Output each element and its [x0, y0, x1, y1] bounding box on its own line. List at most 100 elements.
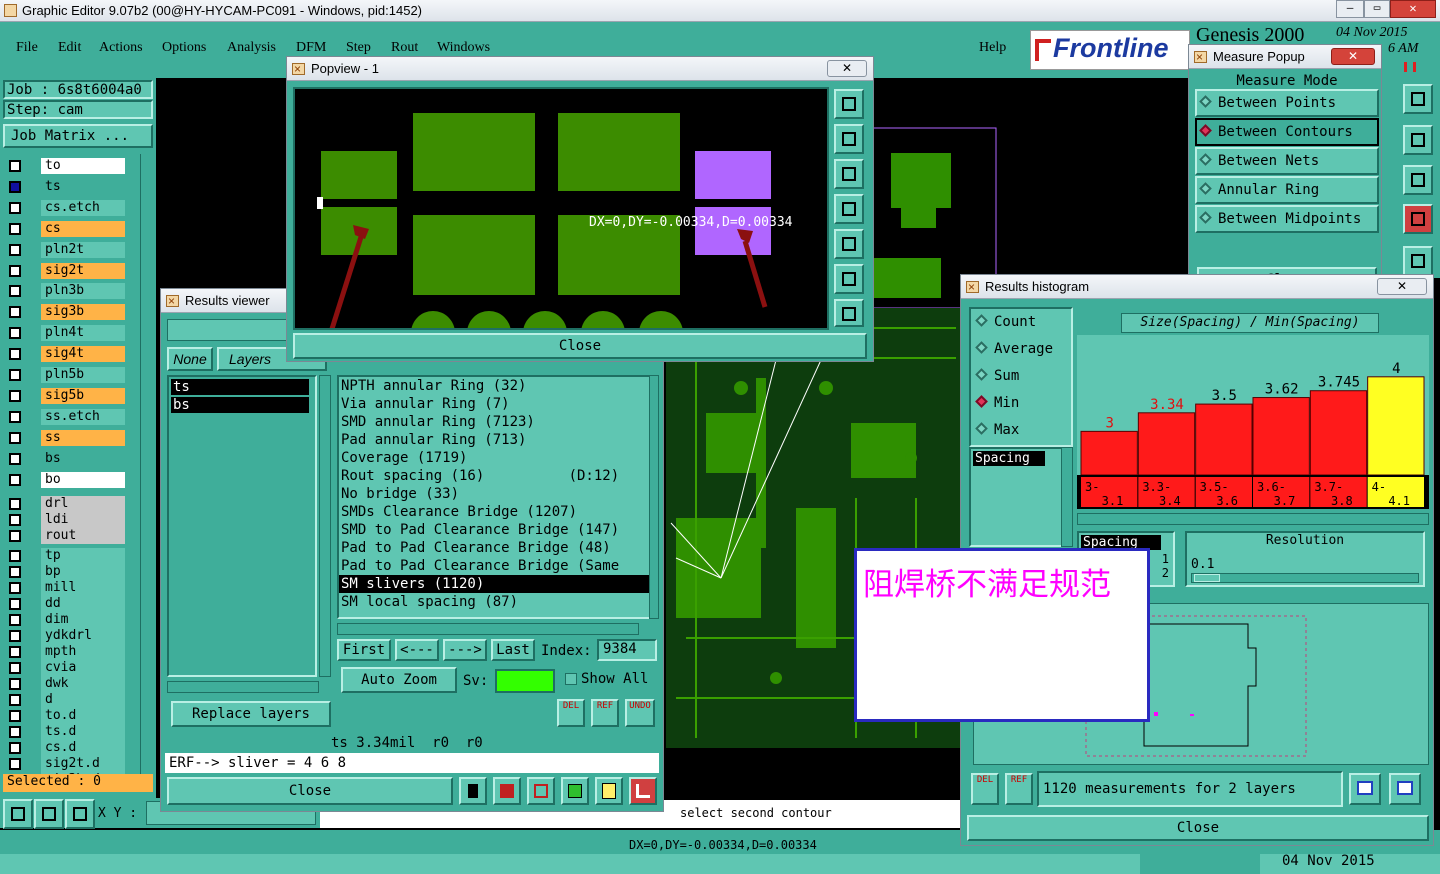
menu-dfm[interactable]: DFM: [296, 40, 326, 56]
layer-checkbox[interactable]: [9, 160, 21, 172]
layer-row[interactable]: pln5b: [5, 367, 125, 383]
layer-row[interactable]: mill: [5, 580, 125, 597]
popview-fit-icon[interactable]: [834, 89, 864, 119]
results-category-list[interactable]: NPTH annular Ring (32) Via annular Ring (…: [337, 375, 651, 619]
popview-right-icon[interactable]: [834, 229, 864, 259]
histogram-close-button[interactable]: Close: [967, 815, 1429, 841]
result-category-item[interactable]: Pad annular Ring (713): [339, 431, 649, 449]
measure-tool-icon[interactable]: [34, 799, 64, 829]
popview-down-icon[interactable]: [834, 159, 864, 189]
measure-mode-option[interactable]: Between Nets: [1195, 147, 1379, 175]
layer-row[interactable]: sig4t: [5, 346, 125, 363]
layer-row[interactable]: pln3b: [5, 283, 125, 300]
histogram-bar[interactable]: [1080, 430, 1138, 476]
layer-row[interactable]: tp: [5, 548, 125, 565]
layer-checkbox[interactable]: [9, 630, 21, 643]
menu-file[interactable]: File: [16, 40, 38, 56]
results-category-scrollbar[interactable]: [649, 375, 659, 619]
histogram-export-icon-2[interactable]: [1389, 773, 1421, 805]
layer-row[interactable]: sig2t.d: [5, 756, 125, 773]
result-category-item[interactable]: SMDs Clearance Bridge (1207): [339, 503, 649, 521]
layer-checkbox[interactable]: [9, 614, 21, 627]
restore-button[interactable]: ▭: [1364, 0, 1390, 18]
layer-row[interactable]: sig5b: [5, 387, 125, 404]
histogram-bar[interactable]: [1252, 397, 1310, 476]
layer-checkbox[interactable]: [9, 646, 21, 659]
layer-row[interactable]: dim: [5, 612, 125, 629]
layer-checkbox[interactable]: [9, 710, 21, 723]
histogram-export-icon-1[interactable]: [1349, 773, 1381, 805]
layer-checkbox[interactable]: [9, 473, 21, 486]
job-matrix-button[interactable]: Job Matrix ...: [3, 124, 153, 148]
menu-edit[interactable]: Edit: [58, 40, 81, 56]
report-icon-3[interactable]: [527, 777, 555, 805]
layer-checkbox[interactable]: [9, 243, 21, 256]
layer-checkbox[interactable]: [9, 180, 21, 193]
last-button[interactable]: Last: [491, 639, 535, 661]
layer-checkbox[interactable]: [9, 498, 21, 511]
report-icon-6[interactable]: [629, 777, 657, 805]
layer-checkbox[interactable]: [9, 222, 21, 235]
histogram-bar[interactable]: [1195, 403, 1253, 476]
histogram-bar[interactable]: [1367, 376, 1425, 476]
layer-row[interactable]: bo: [5, 471, 125, 488]
layer-row[interactable]: rout: [5, 528, 125, 545]
report-icon-2[interactable]: [493, 777, 521, 805]
report-icon-1[interactable]: [459, 777, 487, 805]
layer-checkbox[interactable]: [9, 264, 21, 277]
layer-checkbox[interactable]: [9, 369, 21, 381]
layer-checkbox[interactable]: [9, 530, 21, 543]
histogram-ref-button[interactable]: REF: [1005, 773, 1033, 805]
layer-row[interactable]: ts: [5, 178, 125, 195]
layer-row[interactable]: pln4t: [5, 325, 125, 342]
result-layer-list[interactable]: ts bs: [167, 375, 317, 677]
record-tool-icon[interactable]: [1403, 246, 1433, 276]
grid-tool-icon[interactable]: [65, 799, 95, 829]
popview-close-x[interactable]: ✕: [827, 60, 867, 77]
popview-left-icon[interactable]: [834, 194, 864, 224]
result-category-item[interactable]: No bridge (33): [339, 485, 649, 503]
layer-list-scrollbar[interactable]: [140, 154, 153, 774]
stat-option[interactable]: Max: [971, 417, 1071, 444]
histogram-hscroll[interactable]: [1077, 513, 1429, 525]
measure-mode-option[interactable]: Between Contours: [1195, 118, 1379, 146]
layer-checkbox[interactable]: [9, 327, 21, 340]
layer-row[interactable]: cs.etch: [5, 199, 125, 216]
metric-scrollbar[interactable]: [1061, 447, 1073, 547]
filter-tool-icon[interactable]: [1403, 204, 1433, 234]
layer-checkbox[interactable]: [9, 452, 21, 465]
stat-option[interactable]: Average: [971, 336, 1071, 363]
measure-mode-option[interactable]: Annular Ring: [1195, 176, 1379, 204]
popview-close-button[interactable]: Close: [293, 333, 867, 359]
results-close-button[interactable]: Close: [167, 777, 453, 805]
layer-checkbox[interactable]: [9, 410, 21, 423]
layer-row[interactable]: to: [5, 158, 125, 174]
layer-checkbox[interactable]: [9, 201, 21, 214]
layer-row[interactable]: mpth: [5, 644, 125, 661]
layer-checkbox[interactable]: [9, 678, 21, 691]
layer-row[interactable]: sig3b: [5, 304, 125, 321]
histogram-close-x[interactable]: ✕: [1377, 278, 1427, 295]
result-category-item[interactable]: Coverage (1719): [339, 449, 649, 467]
layer-row[interactable]: dwk: [5, 676, 125, 693]
result-category-item[interactable]: Via annular Ring (7): [339, 395, 649, 413]
popview-up-icon[interactable]: [834, 124, 864, 154]
popview-zoom-out-icon[interactable]: [834, 299, 864, 327]
ref-button[interactable]: REF: [591, 699, 619, 727]
sv-color-selector[interactable]: [495, 669, 555, 693]
layer-row[interactable]: drl: [5, 496, 125, 513]
menu-step[interactable]: Step: [346, 40, 371, 56]
layer-row[interactable]: d: [5, 692, 125, 709]
layer-checkbox[interactable]: [9, 348, 21, 361]
next-button[interactable]: --->: [443, 639, 487, 661]
undo-button[interactable]: UNDO: [625, 699, 655, 727]
layer-checkbox[interactable]: [9, 514, 21, 527]
layer-checkbox[interactable]: [9, 306, 21, 319]
layer-row[interactable]: cvia: [5, 660, 125, 677]
resolution-slider-thumb[interactable]: [1194, 574, 1220, 582]
stat-option[interactable]: Min: [971, 390, 1071, 417]
histogram-del-button[interactable]: DEL: [971, 773, 999, 805]
popview-zoom-in-icon[interactable]: [834, 264, 864, 294]
results-category-hscroll[interactable]: [337, 623, 639, 635]
measure-popup-close-x[interactable]: ✕: [1331, 48, 1375, 65]
